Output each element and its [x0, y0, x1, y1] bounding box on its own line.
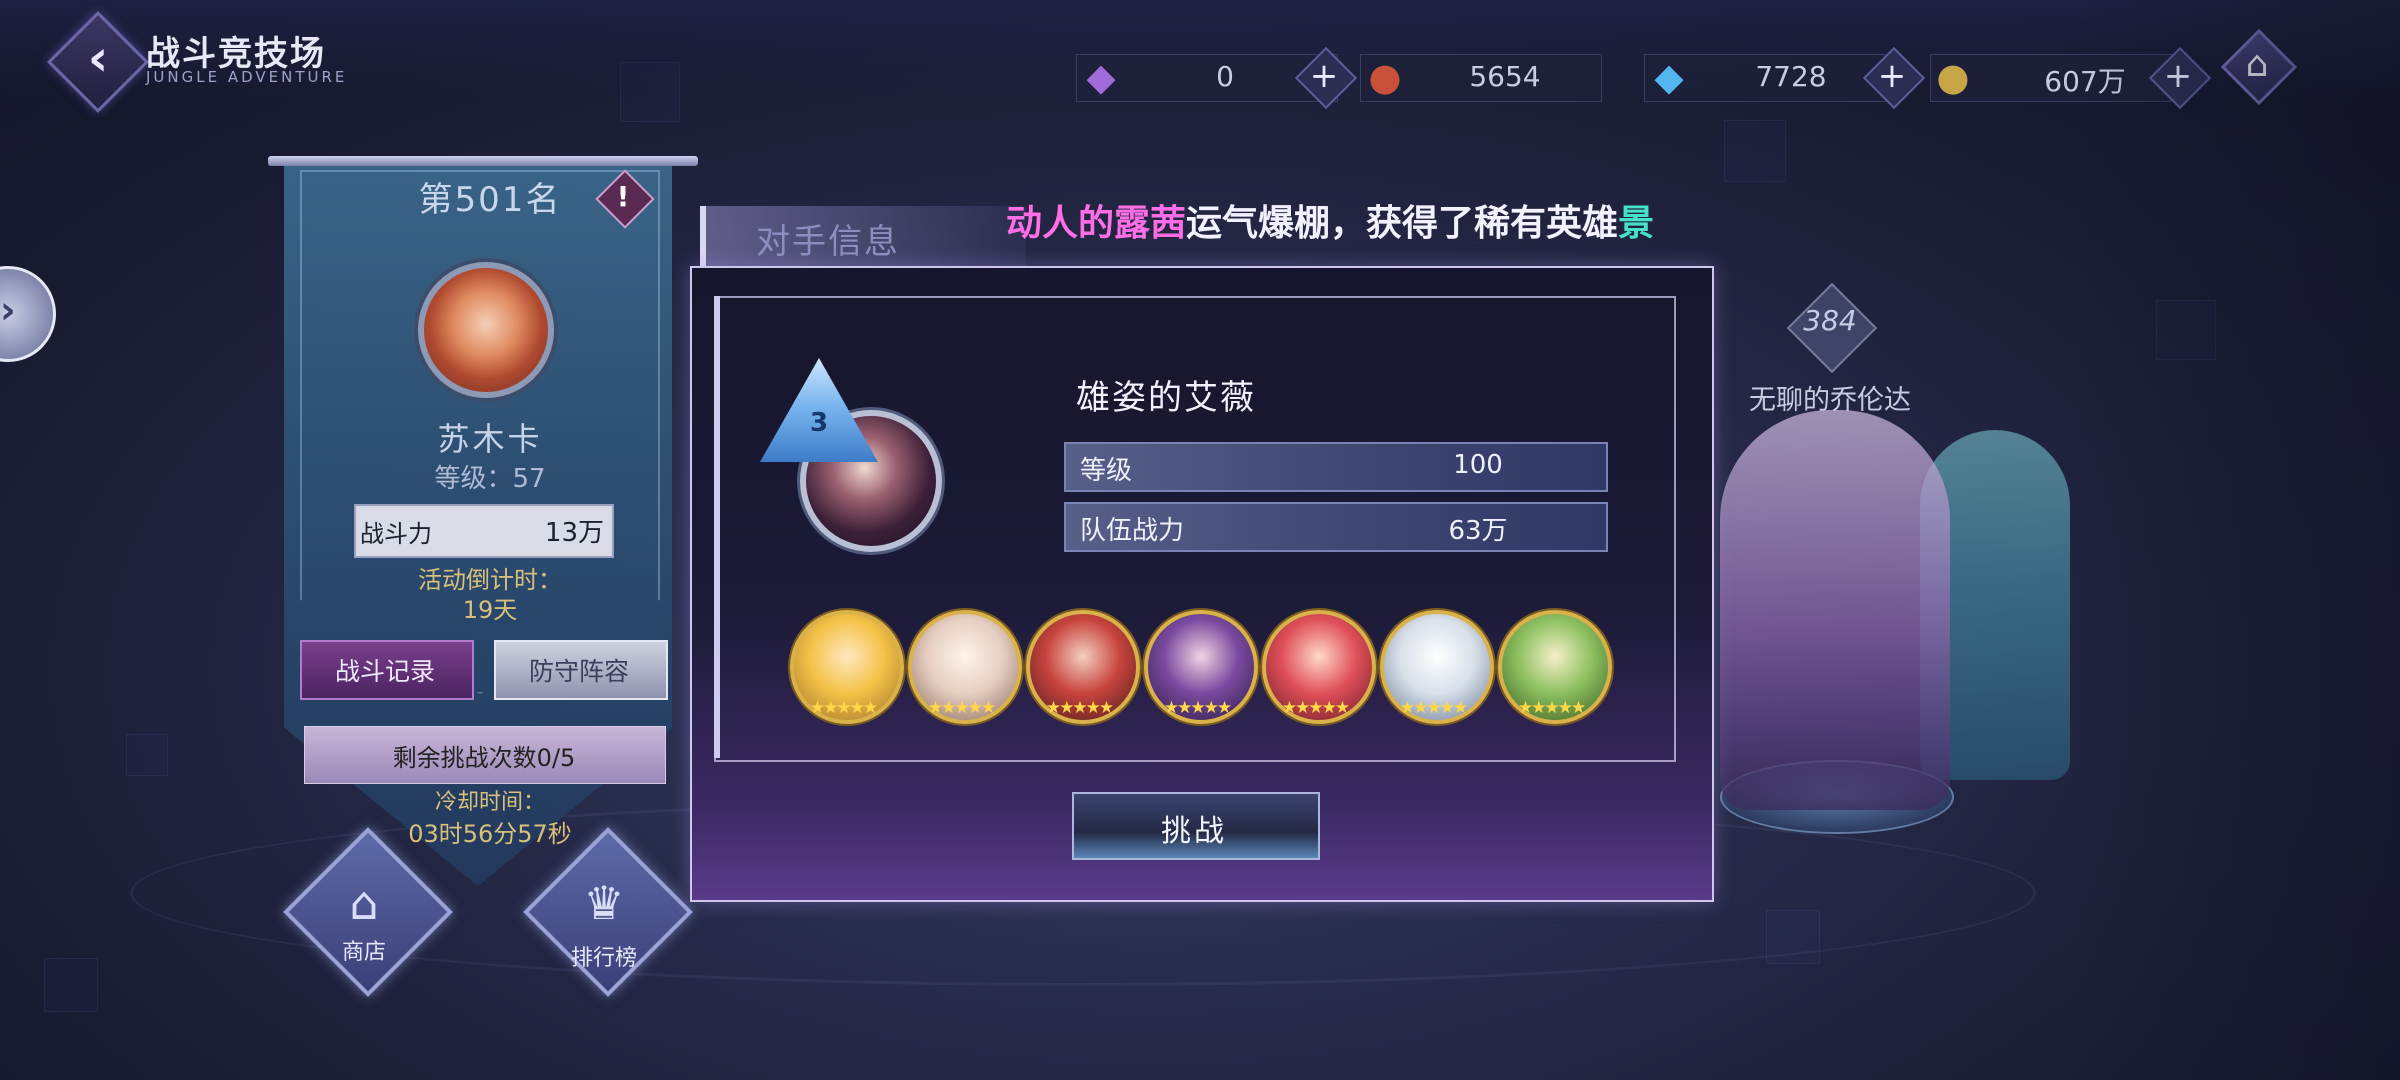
hero-stars: ★★★★★	[1281, 698, 1350, 718]
resource-value: 7728	[1755, 60, 1827, 93]
banner-rod	[268, 156, 698, 166]
right-shade	[2072, 0, 2400, 1080]
purple-crystal-icon: ◆	[1086, 55, 1116, 99]
cooldown-label: 冷却时间：	[434, 790, 545, 815]
event-countdown-value: 19天	[462, 596, 518, 624]
cooldown-value: 03时56分57秒	[408, 820, 572, 848]
opponent-level: 384	[1803, 304, 1857, 337]
player-power-label: 战斗力	[360, 520, 432, 548]
announcement-banner: 动人的露茜运气爆棚，获得了稀有英雄景	[1006, 194, 1654, 246]
player-power-value: 13万	[544, 518, 604, 548]
chevron-left-icon: ‹	[87, 29, 109, 87]
ranking-label: 排行榜	[570, 946, 637, 971]
hero-stars: ★★★★★	[927, 698, 996, 718]
hero-stars: ★★★★★	[1045, 698, 1114, 718]
announcement-part: 动人的	[1006, 203, 1115, 244]
defense-lineup-label: 防守阵容	[528, 657, 629, 686]
hero-stars: ★★★★★	[1399, 698, 1468, 718]
dialog-accent-line	[714, 296, 720, 758]
exclamation-icon: !	[616, 180, 630, 213]
player-avatar	[418, 262, 554, 398]
resource-value: 5654	[1469, 60, 1541, 93]
opponent-character[interactable]	[1720, 410, 1950, 810]
bg-square	[1724, 120, 1786, 182]
remaining-challenges: 剩余挑战次数0/5	[392, 744, 576, 772]
shop-icon: ⌂	[349, 876, 379, 930]
rank-badge-number: 3	[809, 408, 829, 438]
announcement-hero: 景	[1618, 203, 1655, 244]
battle-record-label: 战斗记录	[334, 657, 435, 686]
plus-icon: +	[1877, 56, 1907, 96]
hero-stars: ★★★★★	[809, 698, 878, 718]
player-name: 苏木卡	[437, 420, 543, 458]
player-rank: 第501名	[418, 180, 562, 220]
bg-square	[126, 734, 168, 776]
red-medal-icon: ●	[1368, 55, 1402, 99]
player-level: 等级：57	[434, 464, 546, 494]
plus-icon: +	[1309, 56, 1339, 96]
shop-label: 商店	[341, 940, 386, 965]
level-stat-value: 100	[1453, 450, 1503, 480]
announcement-player: 露茜	[1114, 203, 1187, 244]
opponent-name: 无聊的乔伦达	[1749, 385, 1911, 416]
blue-diamond-icon: ◆	[1654, 55, 1684, 99]
page-subtitle: JUNGLE ADVENTURE	[146, 68, 348, 86]
power-stat-value: 63万	[1448, 516, 1508, 546]
power-stat-label: 队伍战力	[1080, 516, 1185, 546]
gold-coin-icon: ●	[1936, 55, 1970, 99]
hero-stars: ★★★★★	[1163, 698, 1232, 718]
opponent-info-tab-label: 对手信息	[756, 222, 900, 262]
chevron-right-icon: ›	[0, 288, 16, 332]
level-stat-label: 等级	[1080, 456, 1133, 486]
bg-square	[44, 958, 98, 1012]
dialog-opponent-name: 雄姿的艾薇	[1076, 378, 1256, 418]
challenge-button-label: 挑战	[1161, 814, 1227, 849]
announcement-part: 运气爆棚，获得了稀有英雄	[1186, 203, 1619, 244]
crown-icon: ♛	[583, 876, 625, 930]
resource-value: 0	[1216, 60, 1234, 93]
hero-stars: ★★★★★	[1517, 698, 1586, 718]
